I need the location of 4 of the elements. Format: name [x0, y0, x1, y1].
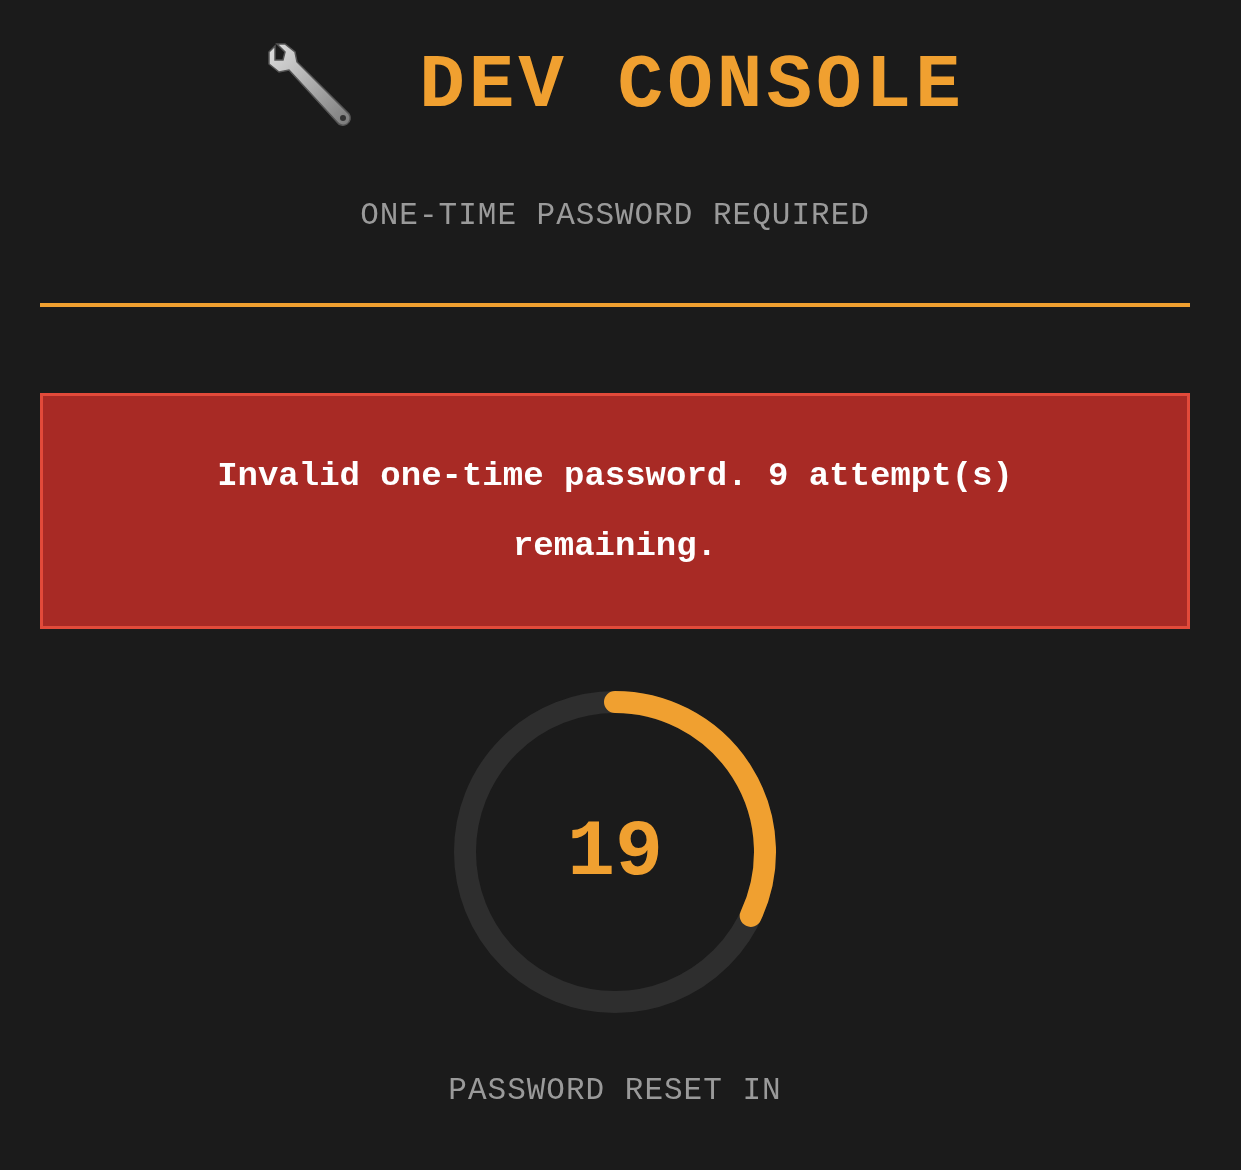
app-title: DEV CONSOLE: [419, 43, 965, 129]
countdown-label: PASSWORD RESET IN: [447, 1073, 783, 1108]
error-message: Invalid one-time password. 9 attempt(s) remaining.: [216, 456, 1014, 567]
subtitle: ONE-TIME PASSWORD REQUIRED: [359, 198, 871, 233]
